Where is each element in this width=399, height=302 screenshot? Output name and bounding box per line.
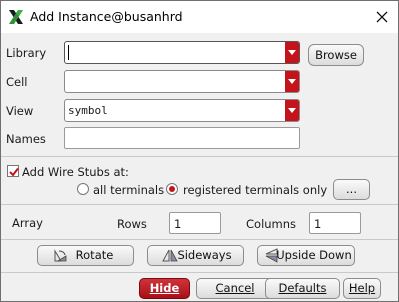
add-wire-stubs-checkbox[interactable] <box>7 165 19 177</box>
view-dropdown-button[interactable] <box>285 100 299 121</box>
library-dropdown-button[interactable] <box>285 42 299 63</box>
cancel-button[interactable]: Cancel <box>196 278 274 299</box>
defaults-label: Defaults <box>278 281 327 295</box>
more-options-button[interactable]: ... <box>333 179 370 200</box>
close-button[interactable] <box>366 1 398 33</box>
library-combobox[interactable] <box>64 41 300 64</box>
rotate-label: Rotate <box>75 248 114 262</box>
help-button[interactable]: Help <box>343 278 381 299</box>
all-terminals-label: all terminals <box>93 183 165 197</box>
upside-down-button[interactable]: Upside Down <box>257 245 355 266</box>
radio-selected-dot <box>169 186 175 192</box>
columns-label: Columns <box>246 217 297 231</box>
upside-down-label: Upside Down <box>276 248 352 262</box>
view-value: symbol <box>68 104 108 117</box>
radio-all-terminals[interactable] <box>77 183 89 195</box>
array-label: Array <box>12 216 43 230</box>
add-instance-dialog: Add Instance@busanhrd Library Browse Cel… <box>0 0 399 302</box>
divider <box>1 239 398 240</box>
sideways-label: Sideways <box>177 248 232 262</box>
help-label: Help <box>348 281 376 295</box>
rows-field[interactable]: 1 <box>169 212 221 234</box>
chevron-down-icon <box>288 50 296 55</box>
rotate-button[interactable]: Rotate <box>37 245 134 266</box>
radio-registered-terminals-only[interactable] <box>166 183 178 195</box>
defaults-button[interactable]: Defaults <box>265 278 340 299</box>
view-combobox[interactable]: symbol <box>64 99 300 122</box>
columns-value: 1 <box>314 217 322 231</box>
divider <box>1 156 398 157</box>
names-field[interactable] <box>64 127 300 149</box>
rows-label: Rows <box>117 217 147 231</box>
sideways-button[interactable]: Sideways <box>147 245 244 266</box>
view-label: View <box>6 104 34 118</box>
x-logo-icon <box>8 9 24 25</box>
hide-label: Hide <box>149 281 180 295</box>
hide-button[interactable]: Hide <box>139 278 190 299</box>
chevron-down-icon <box>288 79 296 84</box>
chevron-down-icon <box>288 108 296 113</box>
divider <box>1 272 398 273</box>
names-label: Names <box>6 132 46 146</box>
registered-terminals-label: registered terminals only <box>183 183 328 197</box>
divider <box>1 204 398 205</box>
cell-label: Cell <box>6 75 28 89</box>
browse-button[interactable]: Browse <box>308 44 364 66</box>
cancel-label: Cancel <box>215 281 255 295</box>
cell-dropdown-button[interactable] <box>285 71 299 92</box>
checkmark-icon <box>9 167 19 177</box>
library-label: Library <box>6 46 47 60</box>
cell-combobox[interactable] <box>64 70 300 93</box>
window-title: Add Instance@busanhrd <box>30 9 183 24</box>
title-bar: Add Instance@busanhrd <box>1 1 398 33</box>
add-wire-stubs-label: Add Wire Stubs at: <box>22 165 129 179</box>
text-cursor <box>68 45 69 60</box>
rows-value: 1 <box>174 217 182 231</box>
columns-field[interactable]: 1 <box>309 212 361 234</box>
close-icon <box>376 11 388 23</box>
